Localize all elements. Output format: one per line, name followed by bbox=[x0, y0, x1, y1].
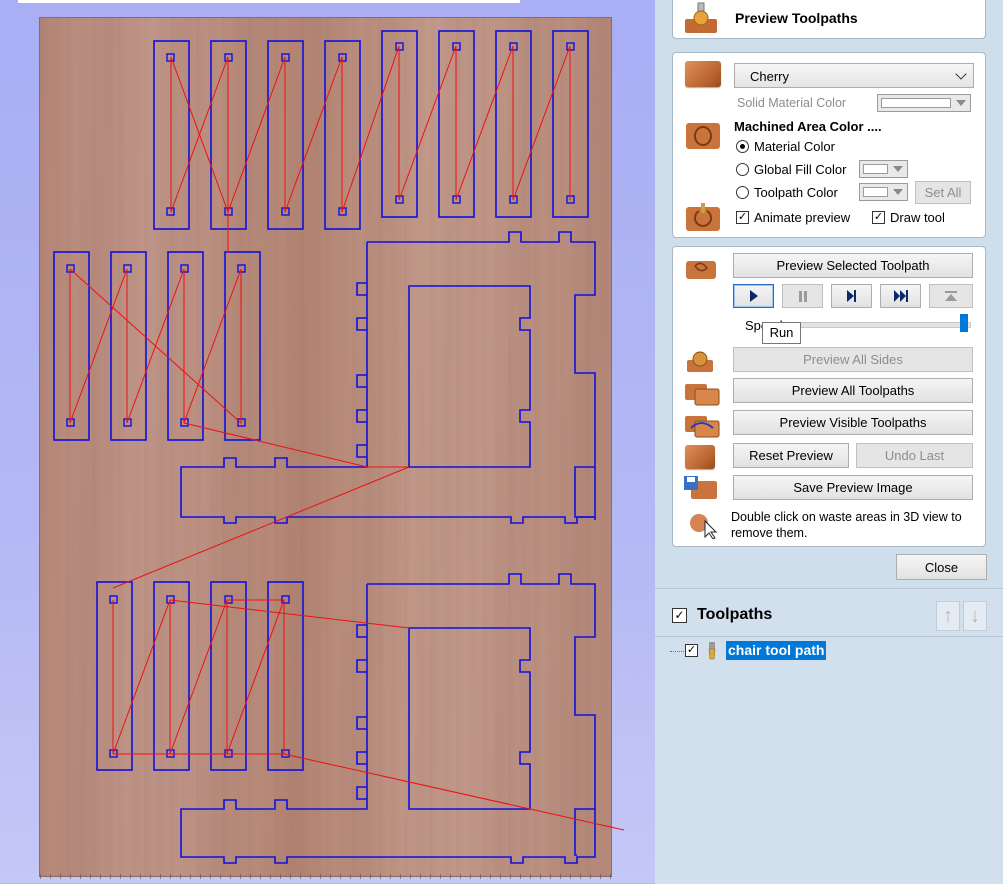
preview-panel: Preview Toolpaths Cherry Solid Material … bbox=[655, 0, 1003, 884]
preview-toolpaths-icon bbox=[681, 1, 721, 37]
material-dropdown-value: Cherry bbox=[750, 69, 790, 84]
solid-color-swatch bbox=[877, 94, 971, 112]
chair-side-contour bbox=[356, 282, 367, 458]
radio-material-color-label: Material Color bbox=[754, 139, 835, 154]
reset-preview-icon bbox=[685, 445, 715, 469]
slat-contour bbox=[153, 581, 190, 771]
arrow-up-icon: ↑ bbox=[943, 605, 953, 627]
rewind-top-button[interactable] bbox=[929, 284, 973, 308]
slat-contour bbox=[96, 581, 133, 771]
material-group: Cherry Solid Material Color Machined Are… bbox=[672, 52, 986, 238]
slat-contour bbox=[110, 251, 147, 441]
preview-selected-toolpath-button[interactable]: Preview Selected Toolpath bbox=[733, 253, 973, 278]
toolpath-item-label: chair tool path bbox=[728, 642, 825, 658]
3d-viewport[interactable] bbox=[0, 0, 655, 883]
machined-area-icon bbox=[685, 119, 721, 151]
animate-icon bbox=[685, 201, 723, 233]
chair-side-contour bbox=[356, 624, 367, 800]
end-mill-icon bbox=[708, 642, 716, 660]
radio-toolpath-color-label: Toolpath Color bbox=[754, 185, 838, 200]
global-fill-swatch[interactable] bbox=[859, 160, 908, 178]
toolpaths-divider bbox=[655, 636, 1003, 637]
preview-visible-toolpaths-button[interactable]: Preview Visible Toolpaths bbox=[733, 410, 973, 435]
toolpath-item-checkbox[interactable]: ✓ bbox=[685, 644, 698, 657]
chair-side-contour bbox=[367, 231, 596, 520]
material-icon bbox=[685, 61, 721, 87]
pause-icon bbox=[798, 290, 807, 302]
all-toolpaths-icon bbox=[683, 380, 723, 406]
animate-preview-label: Animate preview bbox=[754, 210, 851, 225]
chair-side-contour bbox=[180, 242, 596, 524]
visible-toolpaths-icon bbox=[683, 412, 723, 438]
reset-preview-button[interactable]: Reset Preview bbox=[733, 443, 849, 468]
vector-contours bbox=[53, 30, 596, 864]
waste-hint-text: Double click on waste areas in 3D view t… bbox=[731, 510, 962, 540]
preview-selected-icon bbox=[685, 257, 719, 281]
toolpath-item-chair-tool-path[interactable]: chair tool path bbox=[726, 641, 827, 660]
machined-area-heading: Machined Area Color .... bbox=[734, 119, 882, 134]
toolpath-color-swatch[interactable] bbox=[859, 183, 908, 201]
chair-side-cutout bbox=[408, 627, 531, 810]
chair-side-contour bbox=[367, 573, 596, 856]
rapid-moves bbox=[69, 45, 625, 831]
step-button[interactable] bbox=[831, 284, 872, 308]
speed-slider-track[interactable] bbox=[793, 322, 971, 328]
panel-header: Preview Toolpaths bbox=[672, 0, 986, 39]
draw-tool-label: Draw tool bbox=[890, 210, 945, 225]
play-icon bbox=[749, 290, 758, 302]
radio-global-fill-color[interactable] bbox=[736, 163, 749, 176]
tree-connector bbox=[670, 651, 684, 652]
slat-contour bbox=[224, 251, 261, 441]
speed-slider-thumb[interactable] bbox=[960, 314, 968, 332]
toolpaths-section: ✓ Toolpaths ↑ ↓ ✓ chair tool path bbox=[655, 588, 1003, 884]
chair-side-cutout bbox=[408, 285, 531, 468]
solid-material-label: Solid Material Color bbox=[737, 96, 847, 110]
set-all-button[interactable]: Set All bbox=[915, 181, 971, 204]
skip-to-end-icon bbox=[893, 290, 908, 302]
close-button[interactable]: Close bbox=[896, 554, 987, 580]
preview-all-sides-button[interactable]: Preview All Sides bbox=[733, 347, 973, 372]
fast-forward-end-button[interactable] bbox=[880, 284, 921, 308]
save-image-icon bbox=[683, 475, 719, 501]
slat-contour bbox=[267, 581, 304, 771]
run-tooltip: Run bbox=[762, 322, 801, 344]
arrow-down-icon: ↓ bbox=[970, 605, 980, 627]
waste-click-icon bbox=[687, 511, 719, 540]
move-up-button[interactable]: ↑ bbox=[936, 601, 960, 631]
slat-contour bbox=[53, 251, 90, 441]
radio-global-fill-color-label: Global Fill Color bbox=[754, 162, 847, 177]
step-forward-icon bbox=[847, 290, 856, 302]
draw-tool-checkbox[interactable]: ✓ bbox=[872, 211, 885, 224]
panel-title: Preview Toolpaths bbox=[735, 10, 858, 26]
slat-contour bbox=[167, 251, 204, 441]
toolpaths-visibility-checkbox[interactable]: ✓ bbox=[672, 608, 687, 623]
move-down-button[interactable]: ↓ bbox=[963, 601, 987, 631]
toolpaths-title: Toolpaths bbox=[697, 606, 773, 623]
animate-preview-checkbox[interactable]: ✓ bbox=[736, 211, 749, 224]
save-preview-image-button[interactable]: Save Preview Image bbox=[733, 475, 973, 500]
preview-all-toolpaths-button[interactable]: Preview All Toolpaths bbox=[733, 378, 973, 403]
run-button[interactable] bbox=[733, 284, 774, 308]
toolpath-preview-svg bbox=[53, 30, 625, 864]
slat-contour bbox=[210, 581, 247, 771]
radio-material-color[interactable] bbox=[736, 140, 749, 153]
chevron-down-icon bbox=[955, 68, 967, 80]
radio-toolpath-color[interactable] bbox=[736, 186, 749, 199]
plunge-markers bbox=[66, 42, 575, 758]
preview-controls-group: Preview Selected Toolpath Speed bbox=[672, 246, 986, 547]
pause-button[interactable] bbox=[782, 284, 823, 308]
undo-last-button[interactable]: Undo Last bbox=[856, 443, 973, 468]
material-dropdown[interactable]: Cherry bbox=[734, 63, 974, 88]
skip-to-top-icon bbox=[945, 291, 957, 301]
all-sides-icon bbox=[685, 348, 715, 374]
